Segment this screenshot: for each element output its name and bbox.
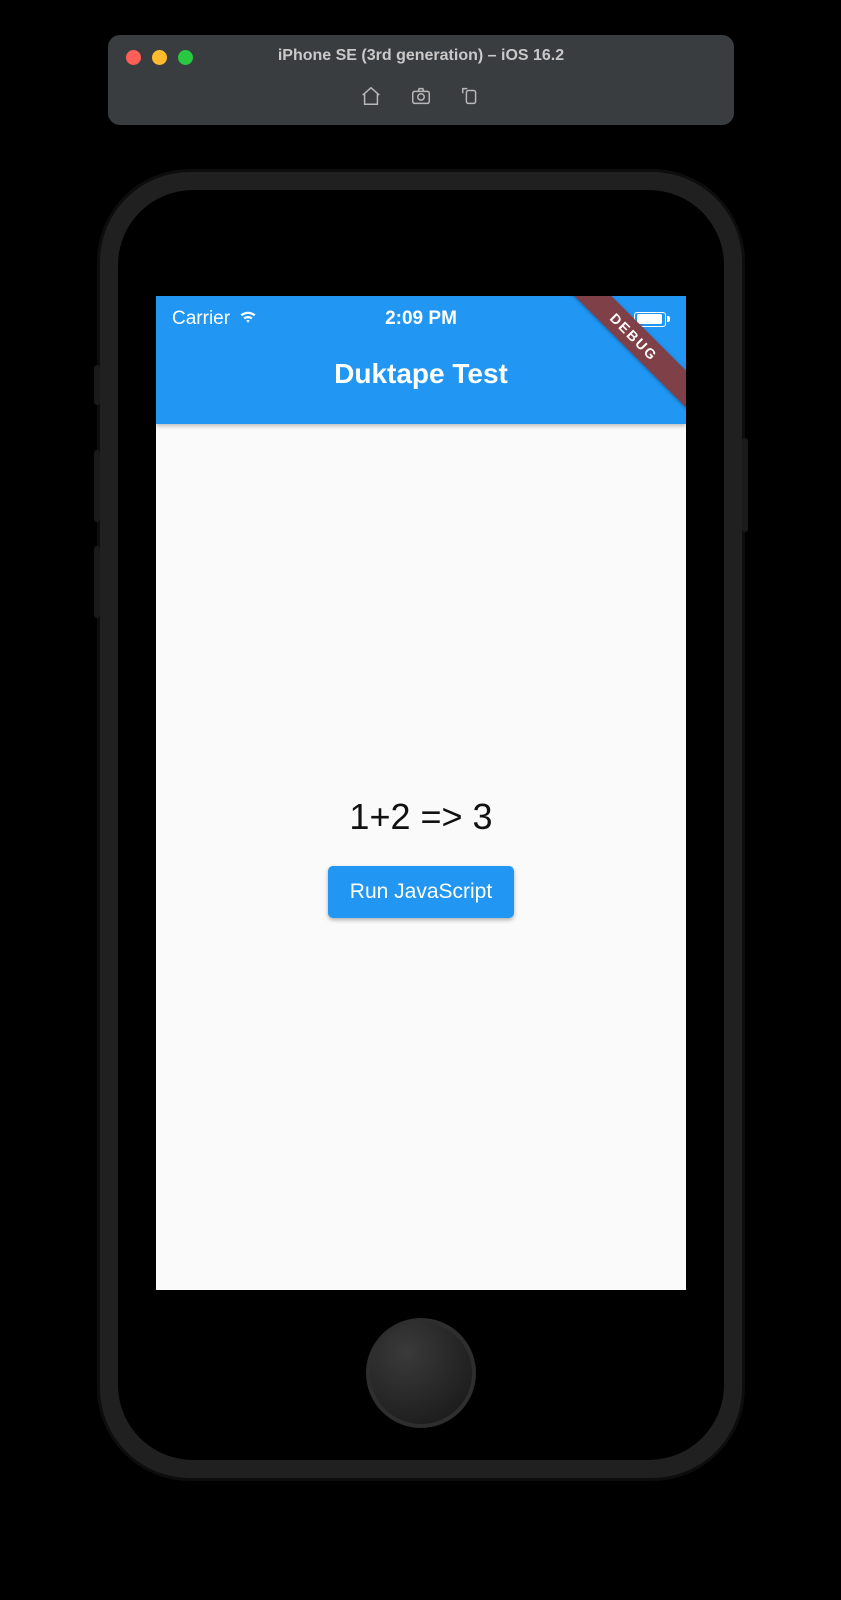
phone-screen: Carrier 2:09 PM Duktape Test DEBUG [156,296,686,1290]
volume-up-button[interactable] [94,450,100,522]
screenshot-icon[interactable] [410,85,432,112]
home-icon[interactable] [360,85,382,112]
mute-switch[interactable] [94,365,100,405]
page-title: Duktape Test [156,358,686,390]
run-javascript-button[interactable]: Run JavaScript [328,866,514,918]
home-button[interactable] [366,1318,476,1428]
simulator-window-chrome: iPhone SE (3rd generation) – iOS 16.2 [108,35,734,125]
battery-icon [634,312,666,327]
app-header: Carrier 2:09 PM Duktape Test DEBUG [156,296,686,424]
app-body: 1+2 => 3 Run JavaScript [156,424,686,1290]
result-text: 1+2 => 3 [349,796,492,838]
status-bar: Carrier 2:09 PM [156,296,686,334]
rotate-icon[interactable] [460,85,482,112]
power-button[interactable] [742,438,748,532]
simulator-toolbar [108,85,734,112]
phone-frame: Carrier 2:09 PM Duktape Test DEBUG [100,172,742,1478]
volume-down-button[interactable] [94,546,100,618]
phone-bezel: Carrier 2:09 PM Duktape Test DEBUG [118,190,724,1460]
simulator-title: iPhone SE (3rd generation) – iOS 16.2 [108,47,734,65]
clock-label: 2:09 PM [156,308,686,330]
